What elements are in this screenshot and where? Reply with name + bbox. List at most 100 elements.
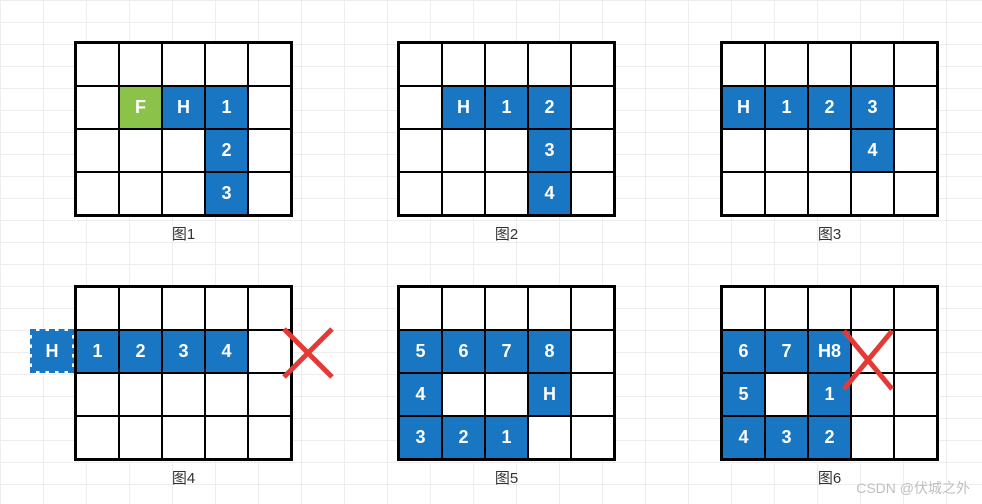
panel-4-overflow-cell: H (30, 329, 74, 373)
grid-cell (571, 86, 614, 129)
grid-cell-filled: F (119, 86, 162, 129)
grid-cell-filled: 6 (442, 330, 485, 373)
grid-cell (119, 172, 162, 215)
grid-cell-filled: H8 (808, 330, 851, 373)
grid-cell-filled: H (722, 86, 765, 129)
panel-5-grid: 56784H321 (397, 285, 616, 461)
panel-4-overflow-label: H (32, 331, 72, 371)
grid-cell-filled: 1 (485, 86, 528, 129)
grid-cell (722, 43, 765, 86)
grid-cell-filled: 1 (485, 416, 528, 459)
grid-cell (76, 287, 119, 330)
panel-3: H1234 图3 (720, 41, 939, 244)
grid-cell (894, 416, 937, 459)
grid-cell (722, 172, 765, 215)
grid-cell (894, 330, 937, 373)
grid-cell (528, 43, 571, 86)
panel-1-caption: 图1 (74, 223, 293, 244)
grid-cell (894, 129, 937, 172)
grid-cell (894, 86, 937, 129)
grid-cell-filled: 4 (851, 129, 894, 172)
grid-cell-filled: 1 (808, 373, 851, 416)
grid-cell (76, 129, 119, 172)
panel-3-caption: 图3 (720, 223, 939, 244)
grid-cell (808, 43, 851, 86)
panel-2: H1234 图2 (397, 41, 616, 244)
grid-cell-filled: H (162, 86, 205, 129)
grid-cell (248, 330, 291, 373)
grid-cell (205, 416, 248, 459)
grid-cell (722, 287, 765, 330)
grid-cell (808, 287, 851, 330)
grid-cell-filled: 6 (722, 330, 765, 373)
grid-cell-filled: 8 (528, 330, 571, 373)
grid-cell (808, 172, 851, 215)
panel-1-grid: FH123 (74, 41, 293, 217)
grid-cell (485, 172, 528, 215)
grid-cell (851, 373, 894, 416)
grid-cell-filled: 7 (485, 330, 528, 373)
grid-cell-filled: H (442, 86, 485, 129)
grid-cell-filled: 4 (399, 373, 442, 416)
grid-cell-filled: 5 (399, 330, 442, 373)
grid-cell (571, 129, 614, 172)
diagram-canvas: FH123 图1 H1234 图2 H1234 图3 H 1234 图4 567… (0, 0, 982, 504)
grid-cell (248, 86, 291, 129)
grid-cell (399, 43, 442, 86)
grid-cell-filled: 4 (528, 172, 571, 215)
grid-cell-filled: 3 (162, 330, 205, 373)
grid-cell (894, 287, 937, 330)
grid-cell-filled: 2 (808, 86, 851, 129)
grid-cell (485, 43, 528, 86)
grid-cell (442, 172, 485, 215)
grid-cell (571, 416, 614, 459)
grid-cell (851, 172, 894, 215)
panel-4-caption: 图4 (74, 467, 293, 488)
grid-cell (399, 287, 442, 330)
panel-5: 56784H321 图5 (397, 285, 616, 488)
grid-cell (442, 129, 485, 172)
grid-cell (851, 287, 894, 330)
grid-cell (162, 373, 205, 416)
grid-cell (162, 172, 205, 215)
grid-cell-filled: 2 (528, 86, 571, 129)
grid-cell (894, 373, 937, 416)
grid-cell (76, 172, 119, 215)
grid-cell (485, 129, 528, 172)
grid-cell (808, 129, 851, 172)
grid-cell-filled: 2 (205, 129, 248, 172)
grid-cell (528, 287, 571, 330)
panel-6-grid: 67H851432 (720, 285, 939, 461)
grid-cell (119, 43, 162, 86)
grid-cell (765, 287, 808, 330)
grid-cell (765, 43, 808, 86)
panel-4: H 1234 图4 (74, 285, 293, 488)
grid-cell (571, 287, 614, 330)
grid-cell-filled: 4 (722, 416, 765, 459)
grid-cell (205, 373, 248, 416)
grid-cell (248, 416, 291, 459)
grid-cell (528, 416, 571, 459)
grid-cell (162, 129, 205, 172)
grid-cell-filled: 3 (765, 416, 808, 459)
grid-cell (162, 416, 205, 459)
grid-cell (571, 330, 614, 373)
grid-cell (442, 373, 485, 416)
watermark: CSDN @伏城之外 (856, 478, 970, 498)
grid-cell-filled: 3 (528, 129, 571, 172)
grid-cell (442, 43, 485, 86)
grid-cell (765, 129, 808, 172)
grid-cell (851, 330, 894, 373)
grid-cell (205, 287, 248, 330)
grid-cell (76, 86, 119, 129)
grid-cell (722, 129, 765, 172)
grid-cell-filled: 2 (119, 330, 162, 373)
panel-2-grid: H1234 (397, 41, 616, 217)
panel-5-caption: 图5 (397, 467, 616, 488)
panel-2-caption: 图2 (397, 223, 616, 244)
grid-cell (485, 373, 528, 416)
grid-cell-filled: H (528, 373, 571, 416)
grid-cell (442, 287, 485, 330)
grid-cell (248, 129, 291, 172)
grid-cell (119, 373, 162, 416)
